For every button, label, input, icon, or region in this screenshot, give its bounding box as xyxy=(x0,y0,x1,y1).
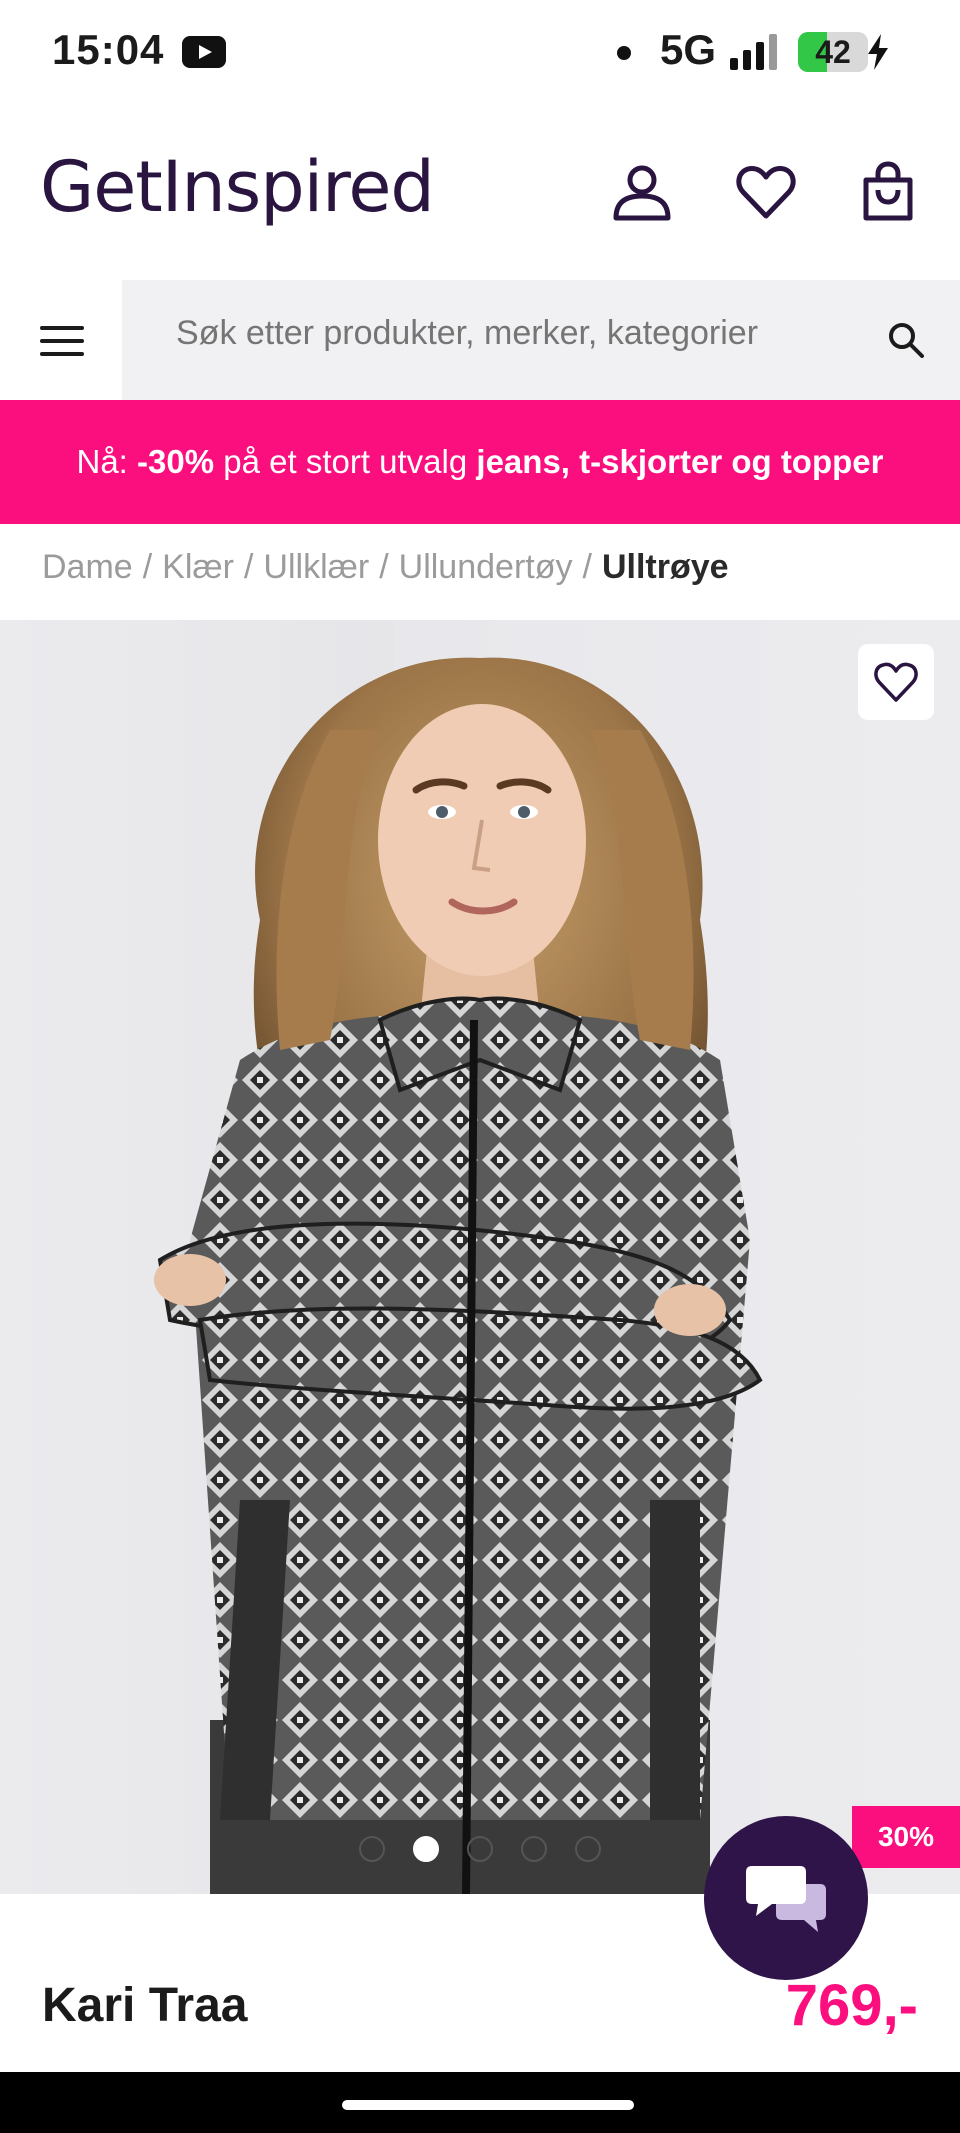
status-bar: 15:04 5G 42 xyxy=(0,0,960,104)
wishlist-heart-icon[interactable] xyxy=(734,160,798,224)
notification-dot-icon xyxy=(617,46,631,60)
search-bar xyxy=(0,280,960,400)
promo-banner[interactable]: Nå: -30% på et stort utvalg jeans, t-skj… xyxy=(0,400,960,524)
search-icon[interactable] xyxy=(886,320,926,360)
heart-icon xyxy=(736,166,796,219)
breadcrumb-separator: / xyxy=(582,548,592,586)
chat-icon xyxy=(746,1866,826,1932)
signal-icon xyxy=(730,34,777,70)
breadcrumb-item-ullklaer[interactable]: Ullklær xyxy=(263,548,369,586)
home-indicator[interactable] xyxy=(342,2100,634,2110)
menu-line xyxy=(40,339,84,343)
promo-categories: jeans, t-skjorter og topper xyxy=(476,443,884,480)
menu-line xyxy=(40,352,84,356)
breadcrumb-current: Ulltrøye xyxy=(601,548,729,586)
site-logo[interactable]: GetInspired xyxy=(40,146,435,228)
chat-support-button[interactable] xyxy=(704,1816,868,1980)
promo-middle: på et stort utvalg xyxy=(223,443,468,480)
breadcrumb-item-dame[interactable]: Dame xyxy=(42,548,133,586)
breadcrumb-separator: / xyxy=(379,548,389,586)
status-time: 15:04 xyxy=(52,26,165,73)
breadcrumb-separator: / xyxy=(142,548,153,586)
battery-level: 42 xyxy=(815,34,851,70)
breadcrumb: Dame / Klær / Ullklær / Ullundertøy / Ulltrøye xyxy=(42,548,729,587)
carousel-dot[interactable] xyxy=(575,1836,601,1862)
battery-icon: 42 xyxy=(798,32,868,72)
carousel-dot[interactable] xyxy=(413,1836,439,1862)
hamburger-menu-button[interactable] xyxy=(0,280,122,400)
breadcrumb-item-klaer[interactable]: Klær xyxy=(162,548,234,586)
breadcrumb-separator: / xyxy=(243,548,254,586)
account-icon-glyph xyxy=(613,165,671,221)
charging-bolt-icon xyxy=(868,34,888,70)
shopping-bag-icon[interactable] xyxy=(856,160,920,224)
breadcrumb-item-ullundertoy[interactable]: Ullundertøy xyxy=(399,548,573,586)
add-to-wishlist-button[interactable] xyxy=(858,644,934,720)
product-price: 769,- xyxy=(785,1973,918,2038)
system-navigation-bar xyxy=(0,2072,960,2133)
discount-badge: 30% xyxy=(852,1806,960,1868)
search-input[interactable] xyxy=(176,314,826,353)
network-type: 5G xyxy=(660,26,717,73)
carousel-dot[interactable] xyxy=(359,1836,385,1862)
promo-discount: -30% xyxy=(137,443,215,480)
heart-icon xyxy=(874,662,918,702)
carousel-dot[interactable] xyxy=(521,1836,547,1862)
carousel-dot[interactable] xyxy=(467,1836,493,1862)
site-header: GetInspired xyxy=(0,104,960,280)
product-photo xyxy=(154,657,763,1894)
promo-prefix: Nå: xyxy=(76,443,128,480)
product-brand[interactable]: Kari Traa xyxy=(42,1978,247,2033)
bag-icon xyxy=(863,161,913,221)
menu-line xyxy=(40,326,84,330)
product-image-carousel[interactable]: 30% xyxy=(0,620,960,1894)
youtube-icon xyxy=(182,36,226,68)
account-icon[interactable] xyxy=(610,160,674,224)
